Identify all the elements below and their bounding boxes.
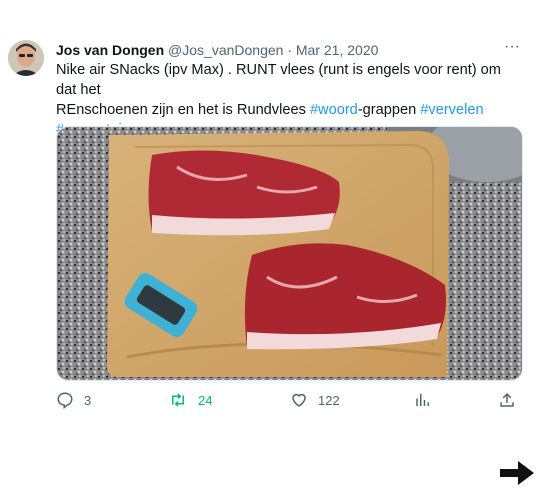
tweet-text-suffix: -grappen bbox=[357, 102, 421, 118]
tweet-date[interactable]: Mar 21, 2020 bbox=[296, 42, 379, 58]
tweet-actions: 3 24 122 bbox=[56, 390, 526, 410]
header-separator: · bbox=[287, 42, 292, 58]
share-button[interactable] bbox=[498, 390, 516, 410]
tweet-header: Jos van Dongen @Jos_vanDongen · Mar 21, … bbox=[56, 40, 526, 60]
heart-icon bbox=[292, 393, 306, 407]
arrow-right-icon[interactable] bbox=[500, 460, 534, 486]
avatar[interactable] bbox=[8, 40, 44, 76]
reply-count: 3 bbox=[84, 392, 92, 408]
retweet-button[interactable]: 24 bbox=[168, 390, 212, 410]
author-handle[interactable]: @Jos_vanDongen bbox=[168, 42, 283, 58]
tweet-text-line-1: Nike air SNacks (ipv Max) . RUNT vlees (… bbox=[56, 62, 501, 98]
share-icon bbox=[500, 392, 514, 407]
more-options-icon[interactable]: ··· bbox=[500, 38, 524, 58]
reply-button[interactable]: 3 bbox=[56, 390, 91, 410]
analytics-button[interactable] bbox=[414, 390, 432, 410]
retweet-count: 24 bbox=[198, 392, 213, 408]
retweet-icon bbox=[172, 393, 184, 407]
tweet-photo[interactable] bbox=[56, 126, 523, 381]
like-button[interactable]: 122 bbox=[290, 390, 340, 410]
tweet-text-line-2: REnschoenen zijn en het is Rundvlees bbox=[56, 102, 310, 118]
like-count: 122 bbox=[318, 392, 340, 408]
tweet-card[interactable]: Jos van Dongen @Jos_vanDongen · Mar 21, … bbox=[0, 28, 536, 420]
steaks-photo-illustration bbox=[57, 127, 522, 380]
hashtag-woord[interactable]: #woord bbox=[310, 102, 358, 118]
analytics-icon bbox=[416, 394, 429, 406]
hashtag-vervelen[interactable]: #vervelen bbox=[420, 102, 483, 118]
author-name[interactable]: Jos van Dongen bbox=[56, 42, 164, 58]
reply-icon bbox=[57, 392, 73, 409]
